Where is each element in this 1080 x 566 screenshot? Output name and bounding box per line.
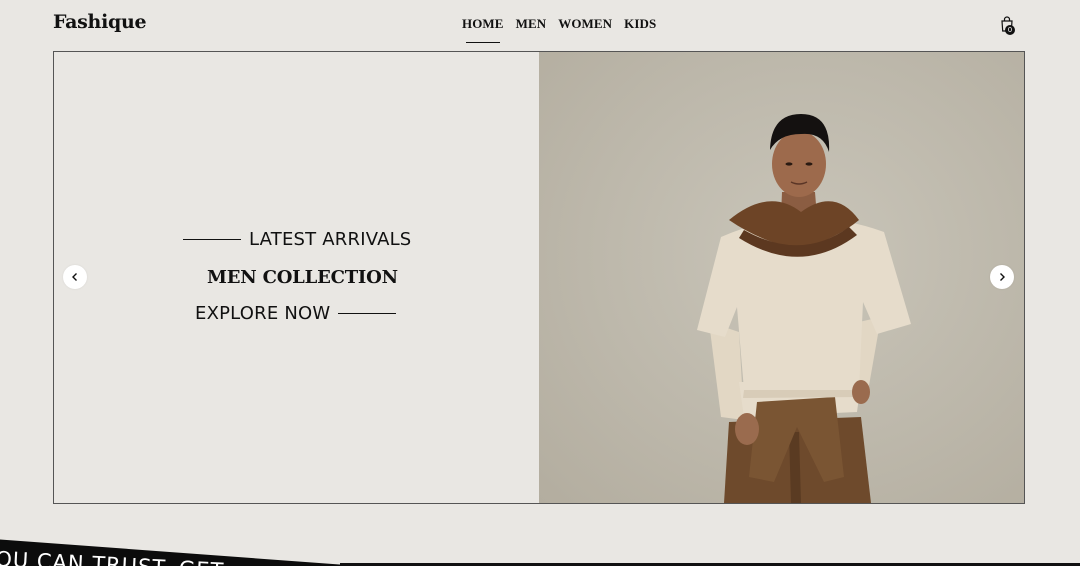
cart-count-badge: 0 bbox=[1005, 25, 1015, 35]
hero-kicker-text: LATEST ARRIVALS bbox=[249, 229, 412, 250]
cart-button[interactable]: 0 bbox=[1000, 16, 1016, 36]
brand-logo[interactable]: Fashique bbox=[53, 11, 147, 33]
slider-next-button[interactable] bbox=[990, 265, 1014, 289]
nav-women[interactable]: WOMEN bbox=[558, 16, 612, 32]
divider bbox=[338, 312, 397, 315]
explore-now-label[interactable]: EXPLORE NOW bbox=[195, 303, 330, 324]
nav-men[interactable]: MEN bbox=[516, 16, 547, 32]
site-header: Fashique HOME MEN WOMEN KIDS 0 bbox=[0, 0, 1080, 50]
model-photo bbox=[697, 114, 911, 503]
slider-prev-button[interactable] bbox=[63, 265, 87, 289]
hero-text-panel: LATEST ARRIVALS MEN COLLECTION EXPLORE N… bbox=[54, 52, 539, 503]
nav-home[interactable]: HOME bbox=[462, 16, 504, 43]
divider bbox=[183, 238, 241, 241]
hero-title: MEN COLLECTION bbox=[207, 267, 398, 288]
hero-kicker: LATEST ARRIVALS bbox=[183, 229, 411, 250]
main-nav: HOME MEN WOMEN KIDS bbox=[462, 16, 656, 43]
explore-now-link[interactable]: EXPLORE NOW bbox=[195, 303, 397, 324]
hero-photo bbox=[539, 52, 1024, 503]
chevron-right-icon bbox=[1000, 273, 1005, 281]
chevron-left-icon bbox=[72, 273, 77, 281]
hero-slider: LATEST ARRIVALS MEN COLLECTION EXPLORE N… bbox=[53, 51, 1025, 504]
nav-kids[interactable]: KIDS bbox=[624, 16, 656, 32]
